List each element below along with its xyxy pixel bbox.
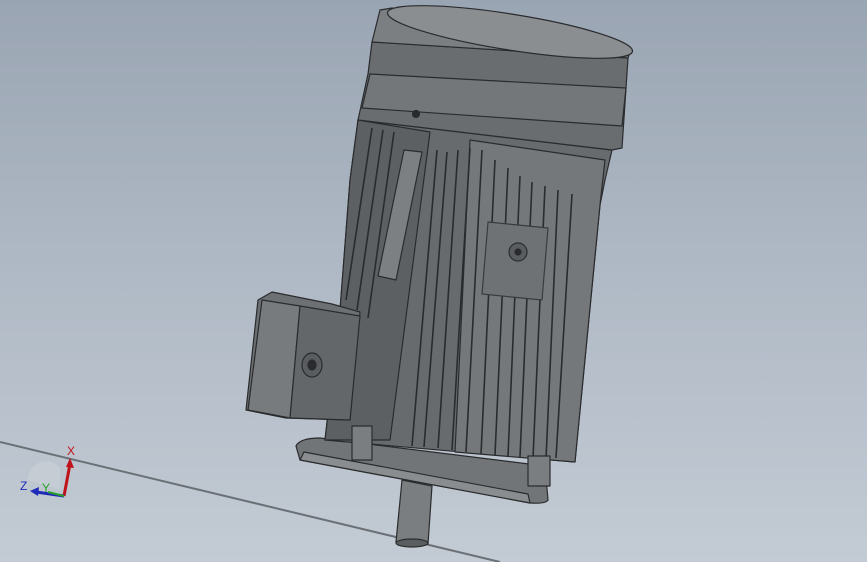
electric-motor-model[interactable] — [245, 0, 635, 548]
x-axis-label: X — [67, 444, 75, 458]
terminal-box-side — [289, 305, 361, 421]
z-axis-label: Z — [20, 479, 27, 493]
motor-shaft[interactable] — [395, 479, 433, 548]
body-right-side — [454, 139, 606, 463]
x-axis-arrowhead — [66, 458, 74, 468]
y-axis-label: Y — [42, 481, 50, 495]
flange-bolt-block-right — [527, 455, 551, 487]
z-axis-arrowhead — [30, 487, 39, 496]
graphics-viewport[interactable]: X Y Z — [0, 0, 867, 562]
shaft-end — [395, 538, 429, 548]
flange-bolt-block — [351, 425, 373, 461]
coordinate-triad[interactable]: X Y Z — [14, 440, 84, 510]
grease-nipple — [411, 109, 421, 119]
model-scene — [0, 0, 635, 562]
x-axis-arrow — [62, 463, 72, 497]
